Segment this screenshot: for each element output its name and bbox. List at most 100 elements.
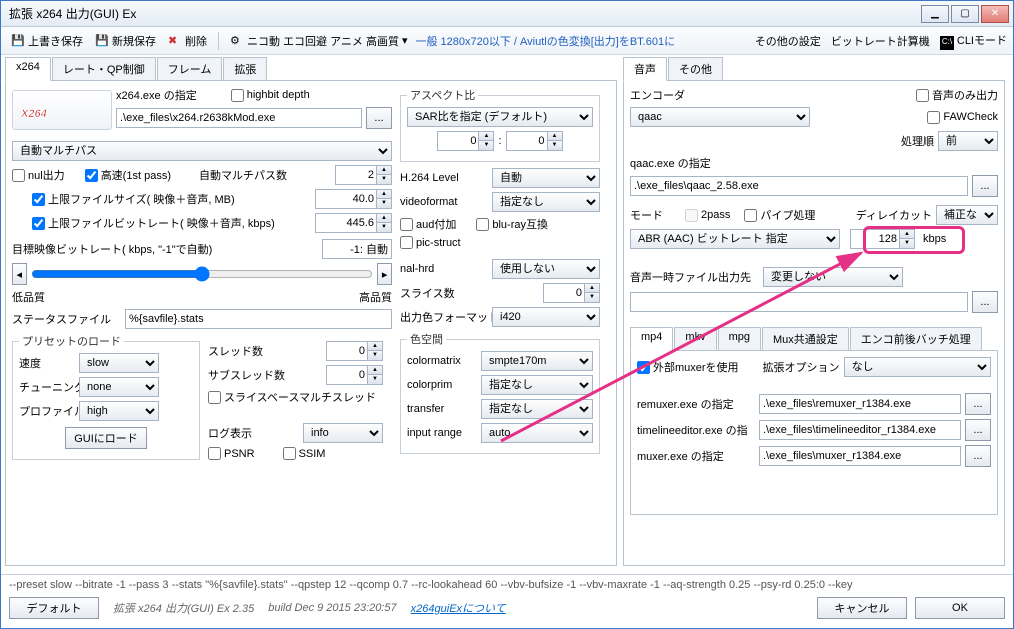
fast1st-checkbox[interactable]: [85, 169, 98, 182]
outcolor-select[interactable]: i420: [492, 307, 600, 327]
remuxer-path[interactable]: [759, 394, 961, 414]
muxer-path[interactable]: [759, 446, 961, 466]
log-select[interactable]: info: [303, 423, 383, 443]
audio-bitrate[interactable]: [851, 230, 899, 248]
lowq-label: 低品質: [12, 289, 45, 305]
minimize-button[interactable]: ▁: [921, 5, 949, 23]
qaac-browse[interactable]: ...: [972, 175, 998, 197]
spec-label: 一般 1280x720以下 / Aviutlの色変換[出力]をBT.601に: [415, 33, 675, 49]
x264exe-path[interactable]: [116, 108, 362, 128]
pipe-checkbox[interactable]: [744, 209, 757, 222]
aud-checkbox[interactable]: [400, 218, 413, 231]
psnr-checkbox[interactable]: [208, 447, 221, 460]
subthreads[interactable]: [327, 366, 367, 384]
ok-button[interactable]: OK: [915, 597, 1005, 619]
gui-load-button[interactable]: GUIにロード: [65, 427, 147, 449]
videofmt-select[interactable]: 指定なし: [492, 192, 600, 212]
nico-preset-button[interactable]: ⚙ニコ動 エコ回避 アニメ 高画質▾: [226, 31, 411, 51]
save-button[interactable]: 💾上書き保存: [7, 31, 87, 51]
temp-browse[interactable]: ...: [972, 291, 998, 313]
transfer-select[interactable]: 指定なし: [481, 399, 593, 419]
highq-label: 高品質: [359, 289, 392, 305]
temp-select[interactable]: 変更しない: [763, 267, 903, 287]
default-button[interactable]: デフォルト: [9, 597, 99, 619]
limit-rate-checkbox[interactable]: [32, 217, 45, 230]
separator: [218, 32, 219, 50]
tc-browse[interactable]: ...: [965, 419, 991, 441]
limit-size-value[interactable]: [316, 190, 376, 208]
nul-checkbox[interactable]: [12, 169, 25, 182]
close-button[interactable]: ✕: [981, 5, 1009, 23]
tab-ext[interactable]: 拡張: [223, 57, 267, 80]
pic-checkbox[interactable]: [400, 236, 413, 249]
cli-mode-link[interactable]: C:\ CLIモード: [940, 32, 1007, 50]
remuxer-browse[interactable]: ...: [965, 393, 991, 415]
target-bitrate[interactable]: [322, 239, 392, 259]
tab-audio[interactable]: 音声: [623, 57, 667, 81]
tab-muxcommon[interactable]: Mux共通設定: [762, 327, 849, 350]
tab-frame[interactable]: フレーム: [157, 57, 223, 80]
colormatrix-select[interactable]: smpte170m: [481, 351, 593, 371]
multipass-select[interactable]: 自動マルチパス: [12, 141, 392, 161]
aspect-b[interactable]: [507, 132, 547, 150]
multipass-num[interactable]: [336, 166, 376, 184]
order-select[interactable]: 前: [938, 131, 998, 151]
limit-rate-value[interactable]: [316, 214, 376, 232]
saveas-button[interactable]: 💾新規保存: [91, 31, 160, 51]
qaac-exe-path[interactable]: [630, 176, 968, 196]
tab-rate-qp[interactable]: レート・QP制御: [52, 57, 156, 80]
extopt-select[interactable]: なし: [844, 357, 991, 377]
svg-text:X264: X264: [20, 108, 47, 120]
tune-select[interactable]: none: [79, 377, 159, 397]
bluray-checkbox[interactable]: [476, 218, 489, 231]
audio-mode-select[interactable]: ABR (AAC) ビットレート 指定: [630, 229, 840, 249]
maximize-button[interactable]: ▢: [951, 5, 979, 23]
tab-mpg[interactable]: mpg: [718, 327, 761, 350]
faw-checkbox[interactable]: [927, 111, 940, 124]
extmux-checkbox[interactable]: [637, 361, 650, 374]
aspect-mode[interactable]: SAR比を指定 (デフォルト): [407, 107, 593, 127]
inputrange-select[interactable]: auto: [481, 423, 593, 443]
bitrate-calc-link[interactable]: ビットレート計算機: [831, 33, 930, 49]
tab-mkv[interactable]: mkv: [674, 327, 716, 350]
tc-path[interactable]: [759, 420, 961, 440]
slices[interactable]: [544, 284, 584, 302]
cancel-button[interactable]: キャンセル: [817, 597, 907, 619]
limit-size-checkbox[interactable]: [32, 193, 45, 206]
build-info: build Dec 9 2015 23:20:57: [268, 602, 396, 614]
disk-new-icon: 💾: [95, 34, 109, 48]
slider-right[interactable]: ▸: [377, 263, 392, 285]
preset-legend: プリセットのロード: [19, 333, 124, 349]
audio-only-checkbox[interactable]: [916, 89, 929, 102]
tab-mp4[interactable]: mp4: [630, 327, 673, 351]
muxer-browse[interactable]: ...: [965, 445, 991, 467]
slice-mt-checkbox[interactable]: [208, 391, 221, 404]
tab-batch[interactable]: エンコ前後バッチ処理: [850, 327, 982, 350]
encoder-select[interactable]: qaac: [630, 107, 810, 127]
threads[interactable]: [327, 342, 367, 360]
slider-left[interactable]: ◂: [12, 263, 27, 285]
other-settings-link[interactable]: その他の設定: [755, 33, 821, 49]
colorprim-select[interactable]: 指定なし: [481, 375, 593, 395]
delete-icon: ✖: [168, 34, 182, 48]
temp-path[interactable]: [630, 292, 968, 312]
nalhrd-select[interactable]: 使用しない: [492, 259, 600, 279]
tab-x264[interactable]: x264: [5, 57, 51, 81]
x264exe-browse[interactable]: ...: [366, 107, 392, 129]
quality-slider[interactable]: [31, 265, 374, 283]
profile-select[interactable]: high: [79, 401, 159, 421]
window-title: 拡張 x264 出力(GUI) Ex: [5, 5, 921, 22]
status-file[interactable]: [125, 309, 392, 329]
speed-select[interactable]: slow: [79, 353, 159, 373]
ssim-checkbox[interactable]: [283, 447, 296, 460]
app-version: 拡張 x264 出力(GUI) Ex 2.35: [113, 600, 254, 616]
tab-other[interactable]: その他: [668, 57, 723, 80]
delay-select[interactable]: 補正なし: [936, 205, 998, 225]
dropdown-icon: ▾: [402, 34, 408, 47]
about-link[interactable]: x264guiExについて: [411, 600, 506, 616]
delete-button[interactable]: ✖削除: [164, 31, 211, 51]
disk-icon: 💾: [11, 34, 25, 48]
highbit-checkbox[interactable]: [231, 89, 244, 102]
aspect-a[interactable]: [438, 132, 478, 150]
level-select[interactable]: 自動: [492, 168, 600, 188]
